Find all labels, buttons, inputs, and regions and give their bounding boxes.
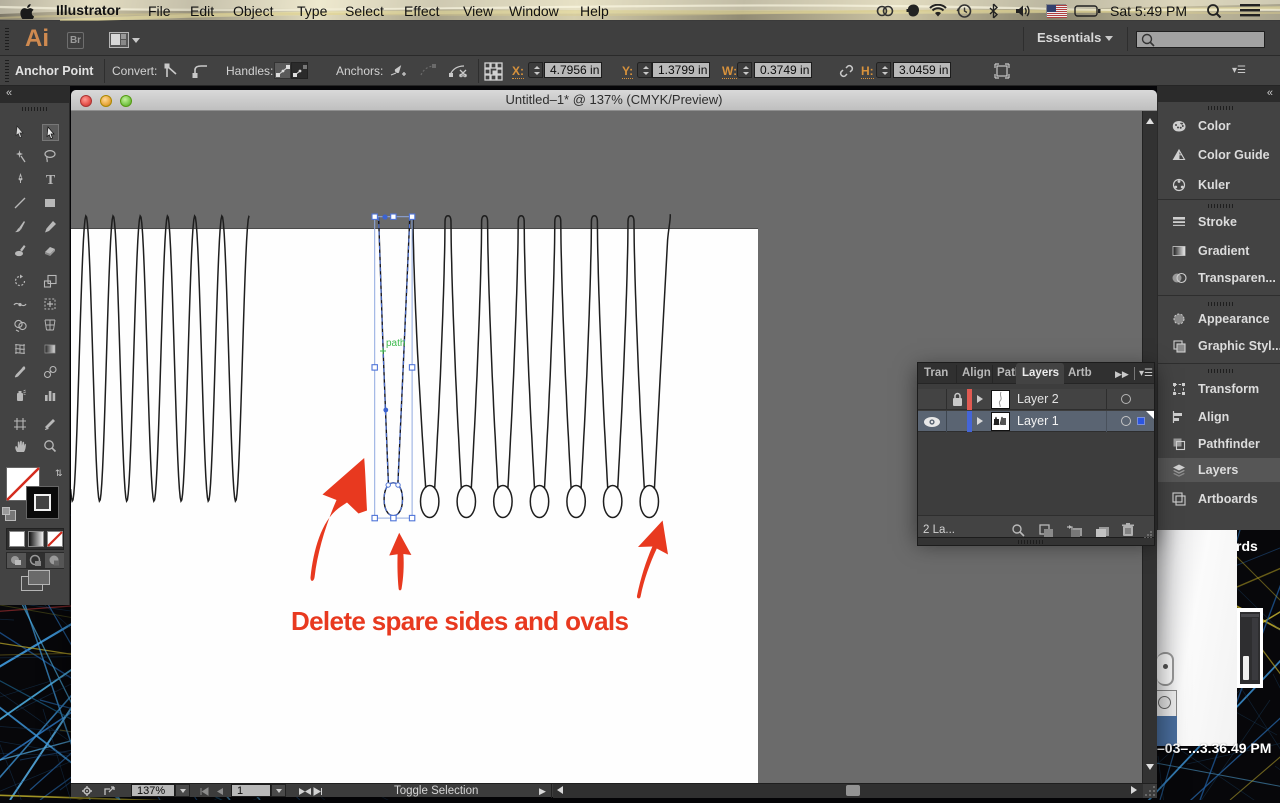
svg-text:path: path — [386, 338, 405, 349]
svg-text:T: T — [46, 173, 56, 188]
